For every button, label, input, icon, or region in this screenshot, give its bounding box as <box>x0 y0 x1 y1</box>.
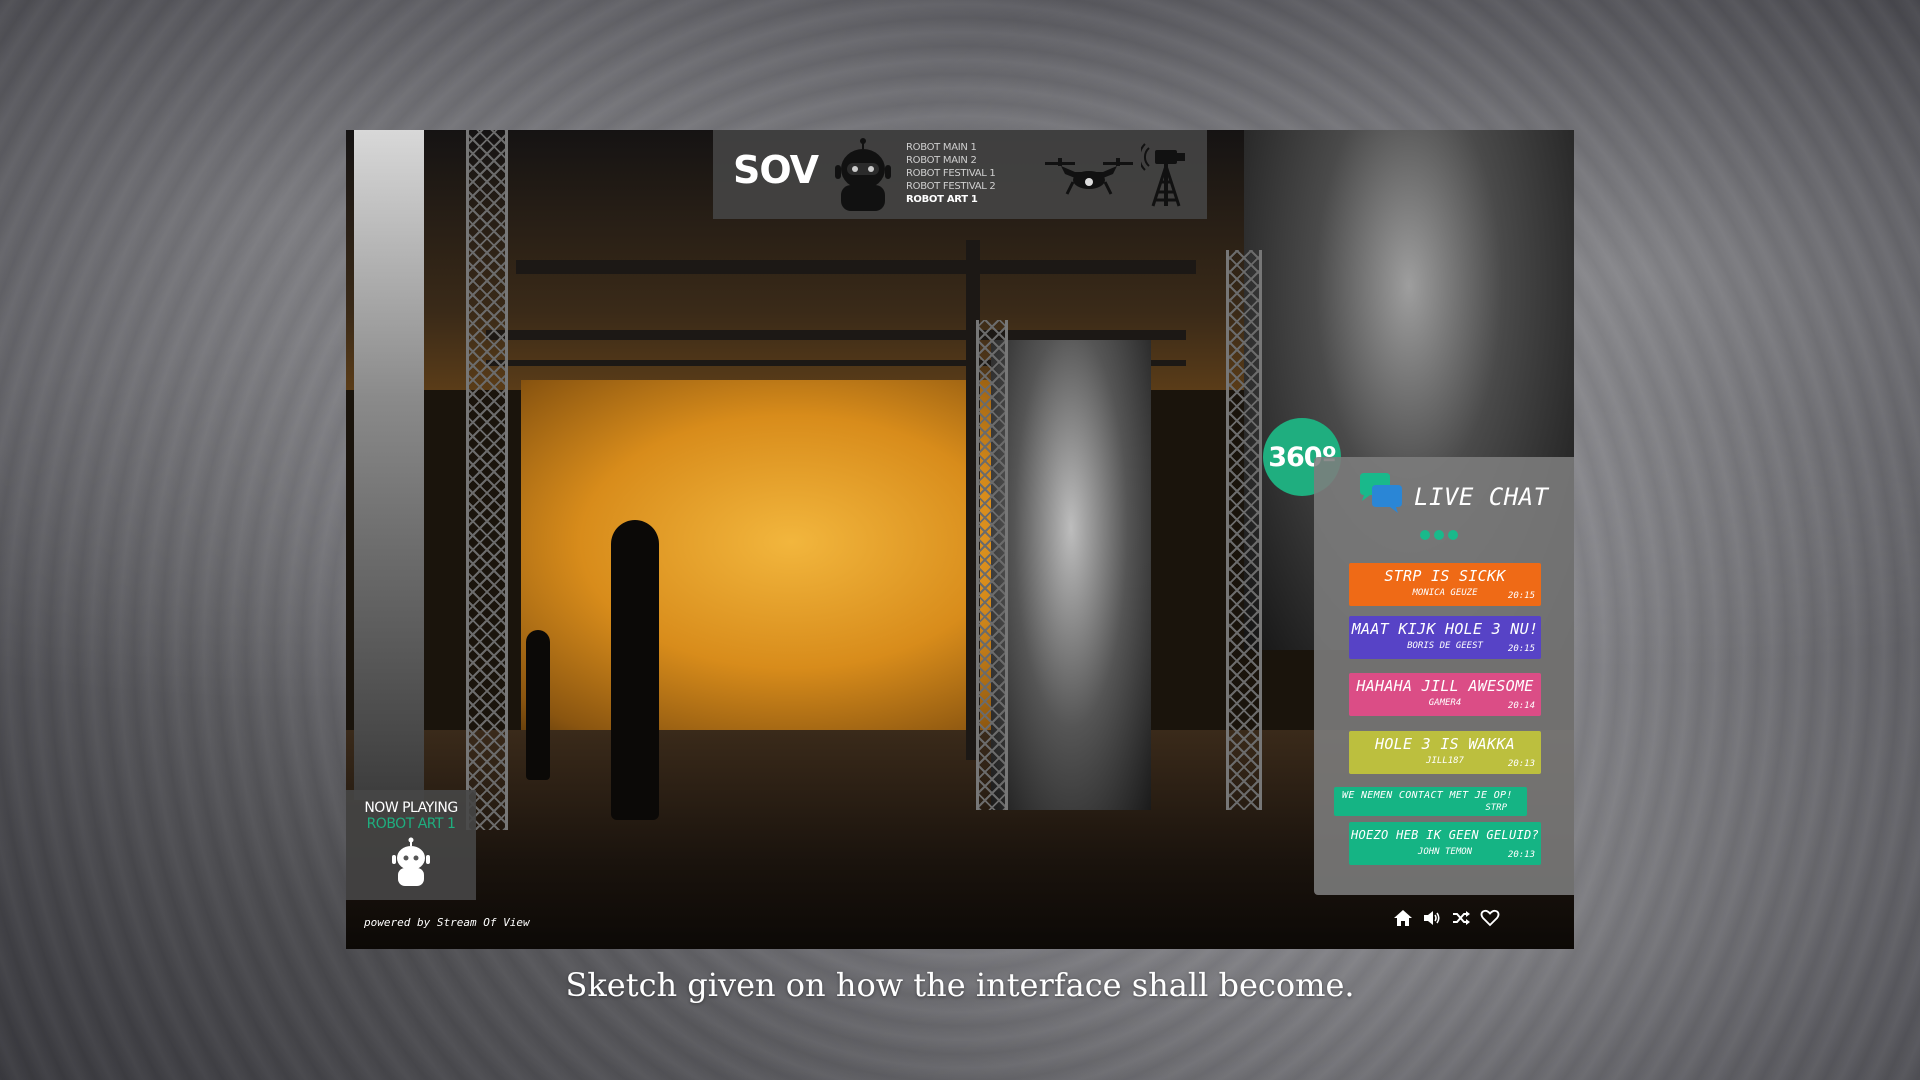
robot-icon[interactable] <box>833 135 893 215</box>
chat-title: LIVE CHAT <box>1414 483 1549 511</box>
camera-tower-icon[interactable] <box>1141 142 1191 208</box>
powered-by-text: powered by Stream Of View <box>364 916 530 929</box>
heart-icon[interactable] <box>1480 908 1500 928</box>
chat-message[interactable]: HAHAHA JILL AWESOME GAMER4 20:14 <box>1349 673 1541 716</box>
chat-message[interactable]: MAAT KIJK HOLE 3 NU! BORIS DE GEEST 20:1… <box>1349 616 1541 659</box>
shuffle-icon[interactable] <box>1451 908 1471 928</box>
video-player[interactable]: SOV ROBOT MAIN 1 ROBOT MAIN 2 ROBOT FEST… <box>346 130 1574 949</box>
caption-text: Sketch given on how the interface shall … <box>565 966 1355 1004</box>
channel-robot-main-1[interactable]: ROBOT MAIN 1 <box>906 141 996 154</box>
robot-icon <box>392 837 430 886</box>
channel-robot-festival-2[interactable]: ROBOT FESTIVAL 2 <box>906 180 996 193</box>
player-controls <box>1393 908 1500 928</box>
channel-robot-main-2[interactable]: ROBOT MAIN 2 <box>906 154 996 167</box>
now-playing-panel: NOW PLAYING ROBOT ART 1 <box>346 790 476 900</box>
now-playing-channel: ROBOT ART 1 <box>366 816 456 832</box>
live-chat-panel: LIVE CHAT STRP IS SICKK MONICA GEUZE 20:… <box>1314 457 1574 895</box>
volume-icon[interactable] <box>1422 908 1442 928</box>
typing-indicator <box>1420 527 1462 545</box>
sov-logo[interactable]: SOV <box>733 148 819 192</box>
channel-list: ROBOT MAIN 1 ROBOT MAIN 2 ROBOT FESTIVAL… <box>906 141 996 206</box>
channel-robot-art-1[interactable]: ROBOT ART 1 <box>906 193 996 206</box>
chat-bubbles-icon <box>1360 473 1402 513</box>
chat-message[interactable]: STRP IS SICKK MONICA GEUZE 20:15 <box>1349 563 1541 606</box>
chat-message[interactable]: HOLE 3 IS WAKKA JILL187 20:13 <box>1349 731 1541 774</box>
chat-header: LIVE CHAT <box>1356 471 1556 541</box>
chat-message[interactable]: HOEZO HEB IK GEEN GELUID? JOHN TEMON 20:… <box>1349 822 1541 865</box>
channel-bar: SOV ROBOT MAIN 1 ROBOT MAIN 2 ROBOT FEST… <box>713 130 1207 219</box>
home-icon[interactable] <box>1393 908 1413 928</box>
chat-message-admin[interactable]: WE NEMEN CONTACT MET JE OP! STRP <box>1334 787 1527 816</box>
drone-icon[interactable] <box>1043 150 1135 198</box>
channel-robot-festival-1[interactable]: ROBOT FESTIVAL 1 <box>906 167 996 180</box>
now-playing-label: NOW PLAYING <box>364 800 458 816</box>
